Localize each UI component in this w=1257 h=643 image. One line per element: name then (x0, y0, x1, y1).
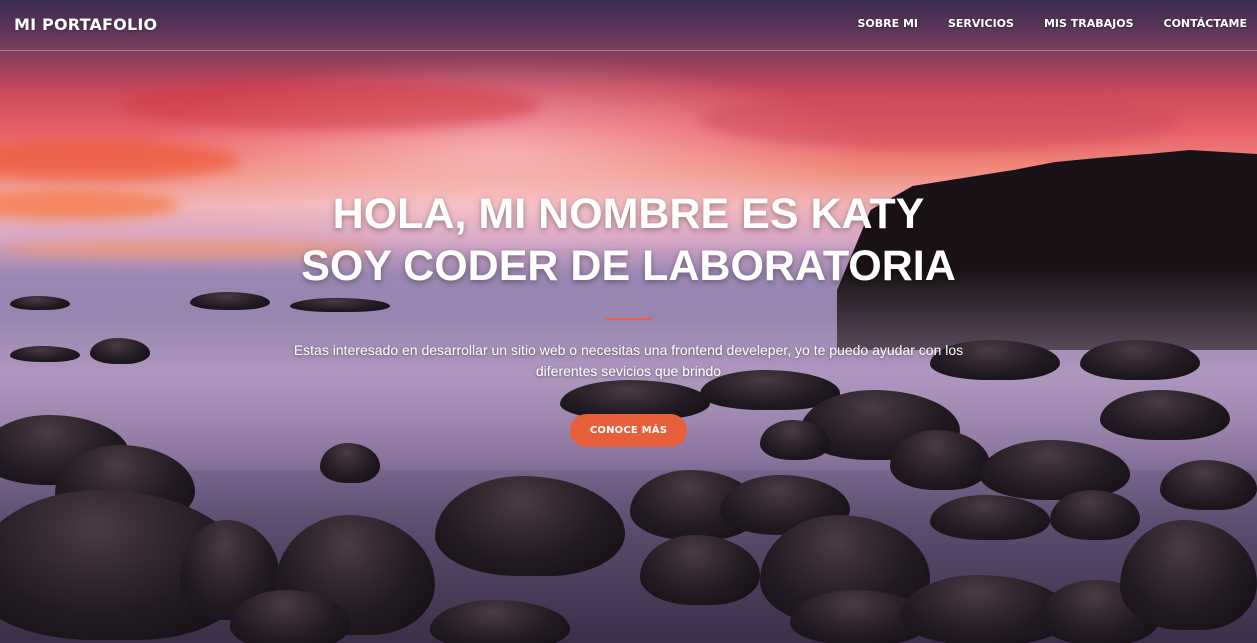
hero-section: MI PORTAFOLIO SOBRE MI SERVICIOS MIS TRA… (0, 0, 1257, 643)
nav-menu: SOBRE MI SERVICIOS MIS TRABAJOS CONTÁCTA… (827, 17, 1247, 30)
nav-link-sobre-mi[interactable]: SOBRE MI (857, 17, 918, 30)
rock (435, 476, 625, 576)
rock (1050, 490, 1140, 540)
rock (930, 495, 1050, 540)
hero-content: HOLA, MI NOMBRE ES KATY SOY CODER DE LAB… (0, 188, 1257, 447)
conoce-mas-button[interactable]: CONOCE MÁS (569, 414, 688, 447)
sky-cloud (0, 140, 240, 180)
sky-cloud (120, 80, 540, 130)
headline-line-1: HOLA, MI NOMBRE ES KATY (332, 190, 925, 238)
brand-logo-link[interactable]: MI PORTAFOLIO (14, 15, 157, 34)
rock (1120, 520, 1257, 630)
nav-link-mis-trabajos[interactable]: MIS TRABAJOS (1044, 17, 1134, 30)
accent-divider (606, 318, 651, 320)
hero-headline: HOLA, MI NOMBRE ES KATY SOY CODER DE LAB… (0, 188, 1257, 292)
nav-link-servicios[interactable]: SERVICIOS (948, 17, 1014, 30)
sky-cloud (700, 90, 1180, 150)
hero-description: Estas interesado en desarrollar un sitio… (293, 342, 964, 379)
rock (430, 600, 570, 643)
headline-line-2: SOY CODER DE LABORATORIA (301, 242, 956, 290)
navbar: MI PORTAFOLIO SOBRE MI SERVICIOS MIS TRA… (0, 0, 1257, 51)
rock (640, 535, 760, 605)
nav-link-contactame[interactable]: CONTÁCTAME (1164, 17, 1248, 30)
